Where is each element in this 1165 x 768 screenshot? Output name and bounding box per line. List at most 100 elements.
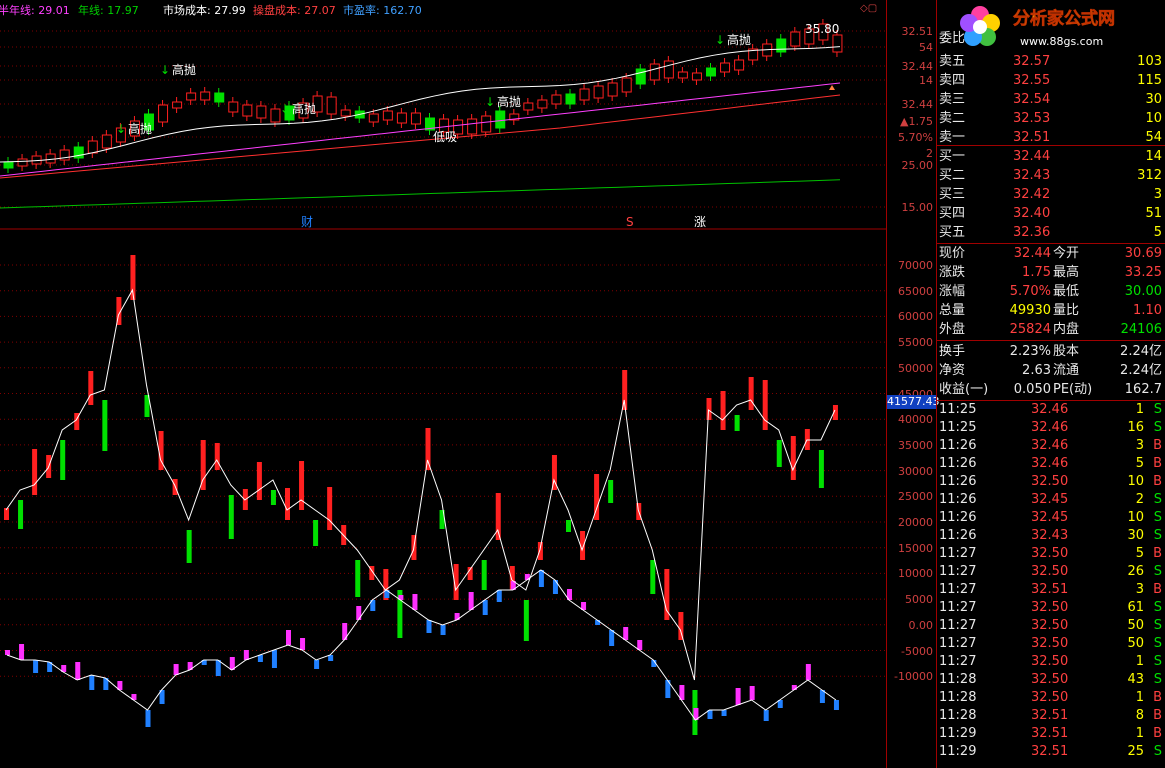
indicator-bar <box>214 443 220 470</box>
candle-body <box>832 34 843 53</box>
axis-top-label: ▲1.75 <box>900 115 933 128</box>
down-arrow-icon: ↓ <box>485 95 495 109</box>
field-value: 2.24亿 <box>1120 344 1162 359</box>
tick-row: 11:25 32.46 1 S <box>937 401 1165 419</box>
level-price: 32.42 <box>1013 187 1051 203</box>
candle-body <box>495 110 506 129</box>
tick-time: 11:27 <box>939 564 977 579</box>
tick-time: 11:27 <box>939 582 977 597</box>
field-value: 2.63 <box>1022 363 1051 379</box>
field-value: 24106 <box>1120 322 1162 338</box>
candle-body <box>3 161 14 169</box>
level-label: 卖三 <box>939 92 966 108</box>
indicator-bar <box>833 700 839 710</box>
candle-body <box>17 158 28 167</box>
tick-time: 11:28 <box>939 690 977 705</box>
candle-body <box>172 101 183 109</box>
quote-row: 涨跌 1.75 最高 33.25 <box>937 264 1165 282</box>
indicator-bar <box>790 436 796 480</box>
axis-bottom-label: -5000 <box>901 644 933 658</box>
tick-time: 11:27 <box>939 618 977 633</box>
axis-bottom-label: -10000 <box>894 670 933 684</box>
ask-row: 卖四 32.55 115 <box>937 72 1165 90</box>
indicator-bar <box>537 542 543 560</box>
tick-side: S <box>1153 492 1162 507</box>
axis-bottom-label: 50000 <box>898 361 933 375</box>
indicator-bar <box>678 612 684 640</box>
tick-time: 11:26 <box>939 438 977 453</box>
field-value: 2.23% <box>1009 344 1051 359</box>
tick-volume: 25 <box>1127 744 1144 759</box>
tick-side: S <box>1153 672 1162 687</box>
tick-time: 11:27 <box>939 600 977 615</box>
candle-body <box>706 67 716 77</box>
tick-price: 32.50 <box>1031 636 1069 651</box>
divider <box>937 145 1165 146</box>
axis-top-label: 5.70% <box>898 131 933 144</box>
tick-side: B <box>1153 546 1162 561</box>
field-label: 今开 <box>1053 246 1080 261</box>
tick-volume: 10 <box>1127 510 1144 525</box>
level-volume: 3 <box>1153 187 1162 203</box>
axis-bottom-label: 25000 <box>898 490 933 504</box>
candle-body <box>214 92 225 103</box>
indicator-bar <box>75 662 81 680</box>
logo-title: 分析家公式网 <box>1013 8 1115 29</box>
candle-body <box>228 101 239 113</box>
candle-body <box>579 88 590 101</box>
tick-row: 11:29 32.51 25 S <box>937 743 1165 761</box>
tick-row: 11:26 32.45 2 S <box>937 491 1165 509</box>
candle-body <box>242 104 253 117</box>
tick-volume: 61 <box>1127 600 1144 615</box>
indicator-bar <box>32 449 38 495</box>
field-label: 股本 <box>1053 344 1080 359</box>
candle-body <box>368 113 379 123</box>
level-volume: 30 <box>1145 92 1162 108</box>
tick-time: 11:26 <box>939 492 977 507</box>
tick-price: 32.50 <box>1031 474 1069 489</box>
field-label: 外盘 <box>939 322 966 338</box>
indicator-bar <box>186 530 192 563</box>
tick-volume: 1 <box>1135 654 1144 669</box>
tick-time: 11:26 <box>939 456 977 471</box>
indicator-bar <box>748 377 754 410</box>
tick-row: 11:27 32.50 1 S <box>937 653 1165 671</box>
indicator-bar <box>89 675 95 690</box>
level-volume: 14 <box>1145 149 1162 164</box>
tick-volume: 2 <box>1135 492 1144 507</box>
tick-side: B <box>1153 456 1162 471</box>
indicator-bar <box>313 520 319 546</box>
tick-side: B <box>1153 708 1162 723</box>
candle-body <box>481 115 492 133</box>
chart-area[interactable]: 半年线: 29.01 年线: 17.97 市场成本: 27.99 操盘成本: 2… <box>0 0 886 768</box>
tick-time: 11:26 <box>939 528 977 543</box>
level-price: 32.44 <box>1013 149 1051 164</box>
divider <box>937 340 1165 341</box>
axis-bottom-label: 5000 <box>905 593 933 607</box>
price-axis: 32.51 54 32.44 14 32.44 ▲1.75 5.70% 2 25.00 15.00… <box>886 0 940 768</box>
indicator-bar <box>552 580 558 594</box>
tick-row: 11:29 32.51 1 B <box>937 725 1165 743</box>
field-label: 最低 <box>1053 284 1080 300</box>
level-label: 卖四 <box>939 73 966 89</box>
tick-row: 11:27 32.50 5 B <box>937 545 1165 563</box>
high-sell-label: 高抛 <box>172 62 196 77</box>
tick-time: 11:27 <box>939 654 977 669</box>
level-label: 买二 <box>939 168 966 184</box>
tick-price: 32.46 <box>1031 438 1069 453</box>
candle-body <box>691 72 702 81</box>
quote-panel: 委比 卖五 32.57 103 卖四 32.55 115 卖三 32.54 30 卖二 32.53 1… <box>936 0 1165 768</box>
tick-time: 11:26 <box>939 474 977 489</box>
indicator-bar <box>734 415 740 431</box>
axis-bottom-label: 70000 <box>898 259 933 272</box>
tick-price: 32.50 <box>1031 672 1069 687</box>
tick-row: 11:28 32.51 8 B <box>937 707 1165 725</box>
event-marker: 财 <box>301 215 313 229</box>
indicator-bar <box>356 606 362 620</box>
candle-body <box>776 38 787 53</box>
indicator-bar <box>270 490 276 505</box>
bid-row: 买三 32.42 3 <box>937 186 1165 204</box>
level-label: 买五 <box>939 225 966 241</box>
axis-bottom-label: 60000 <box>898 310 933 324</box>
tick-price: 32.50 <box>1031 690 1069 705</box>
